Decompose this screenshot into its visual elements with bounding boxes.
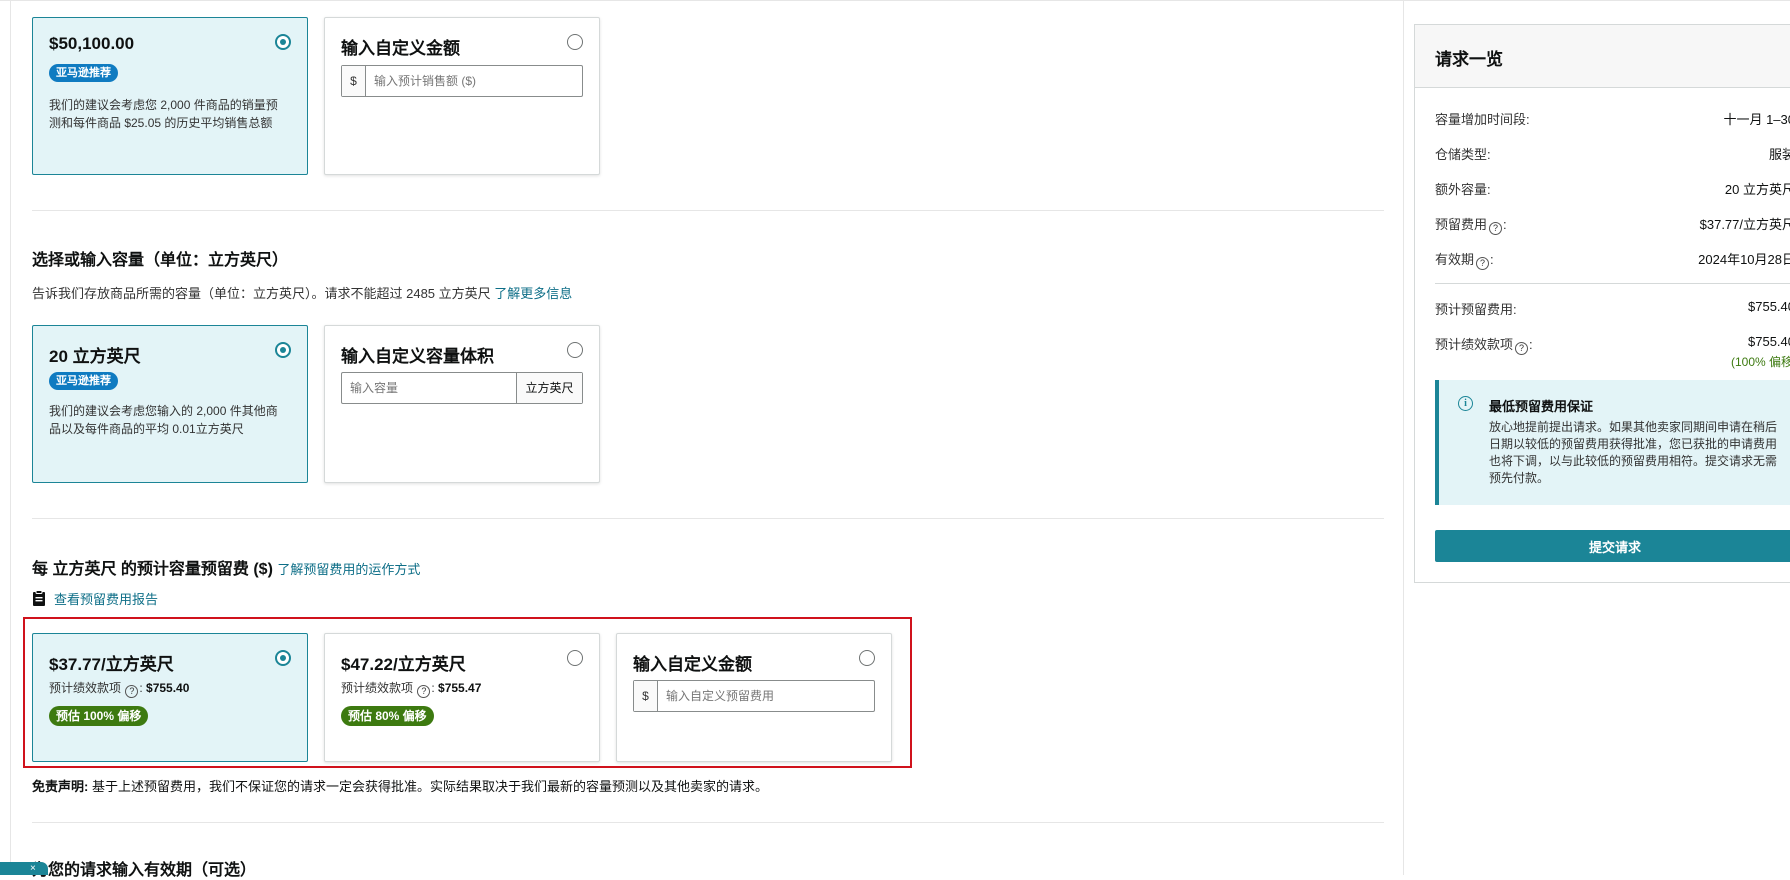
capacity-custom-card[interactable]: 输入自定义容量体积 立方英尺 bbox=[324, 325, 600, 483]
capacity-custom-input-group: 立方英尺 bbox=[341, 372, 583, 404]
summary-total-label: 预计绩效款项 bbox=[1435, 337, 1514, 352]
radio-icon[interactable] bbox=[567, 342, 583, 358]
capacity-custom-input[interactable] bbox=[342, 373, 516, 403]
summary-row-label: 预留费用 bbox=[1435, 217, 1488, 232]
sales-custom-input[interactable] bbox=[366, 66, 582, 96]
learn-more-link[interactable]: 了解更多信息 bbox=[494, 286, 572, 301]
divider bbox=[32, 210, 1384, 211]
capacity-section-title: 选择或输入容量（单位：立方英尺） bbox=[32, 252, 289, 269]
summary-row-value: 服装 bbox=[1768, 147, 1790, 162]
offset-note: (100% 偏移 bbox=[1730, 355, 1790, 369]
view-fee-report-link[interactable]: 查看预留费用报告 bbox=[32, 589, 158, 608]
info-text: 放心地提前提出请求。如果其他卖家同期间申请在稍后日期以较低的预留费用获得批准，您… bbox=[1489, 420, 1778, 485]
fee-title-text: 每 立方英尺 的预计容量预留费 ($) bbox=[32, 561, 273, 578]
highlight-box bbox=[23, 617, 912, 768]
info-icon: i bbox=[1458, 396, 1473, 411]
radio-icon[interactable] bbox=[567, 34, 583, 50]
summary-row: 有效期?: 2024年10月28日 bbox=[1435, 249, 1790, 270]
clipboard-icon bbox=[33, 590, 45, 606]
summary-total-value: $755.40 bbox=[1748, 299, 1790, 314]
summary-total-row: 预计绩效款项?: $755.40 bbox=[1435, 334, 1790, 355]
summary-row: 仓储类型: 服装 bbox=[1435, 144, 1790, 163]
summary-row-label: 有效期 bbox=[1435, 252, 1475, 267]
capacity-recommended-title: 20 立方英尺 bbox=[49, 347, 141, 366]
summary-title: 请求一览 bbox=[1415, 25, 1790, 88]
help-icon[interactable]: ? bbox=[1489, 222, 1503, 235]
view-fee-report-text: 查看预留费用报告 bbox=[54, 592, 159, 607]
floating-tag[interactable]: × bbox=[0, 862, 48, 875]
capacity-custom-title: 输入自定义容量体积 bbox=[341, 347, 494, 366]
guarantee-info-box: i 最低预留费用保证 放心地提前提出请求。如果其他卖家同期间申请在稍后日期以较低… bbox=[1435, 380, 1790, 505]
capacity-recommended-card[interactable]: 20 立方英尺 亚马逊推荐 我们的建议会考虑您输入的 2,000 件其他商品以及… bbox=[32, 325, 308, 483]
request-summary-panel: 请求一览 容量增加时间段: 十一月 1–30 仓储类型: 服装 额外容量: 20… bbox=[1414, 24, 1790, 583]
currency-prefix: $ bbox=[342, 66, 366, 96]
fee-section-title: 每 立方英尺 的预计容量预留费 ($) 了解预留费用的运作方式 bbox=[32, 555, 420, 579]
sales-custom-title: 输入自定义金额 bbox=[341, 39, 460, 58]
summary-row-label: 容量增加时间段: bbox=[1435, 112, 1530, 127]
capacity-unit-suffix: 立方英尺 bbox=[516, 373, 582, 403]
radio-icon[interactable] bbox=[275, 34, 291, 50]
amazon-recommended-badge: 亚马逊推荐 bbox=[49, 372, 118, 390]
sales-recommended-desc: 我们的建议会考虑您 2,000 件商品的销量预测和每件商品 $25.05 的历史… bbox=[49, 98, 278, 130]
summary-row: 容量增加时间段: 十一月 1–30 bbox=[1435, 109, 1790, 128]
submit-request-button[interactable]: 提交请求 bbox=[1435, 530, 1790, 562]
right-rule bbox=[1403, 0, 1404, 875]
summary-row-value: 20 立方英尺 bbox=[1724, 182, 1790, 197]
summary-row-value: 2024年10月28日 bbox=[1698, 252, 1790, 267]
capacity-desc-text: 告诉我们存放商品所需的容量（单位：立方英尺）。请求不能超过 2485 立方英尺 bbox=[32, 286, 491, 301]
fee-how-it-works-link[interactable]: 了解预留费用的运作方式 bbox=[277, 562, 420, 577]
help-icon[interactable]: ? bbox=[1515, 342, 1529, 355]
amazon-recommended-badge: 亚马逊推荐 bbox=[49, 64, 118, 82]
sales-recommended-title: $50,100.00 bbox=[49, 34, 135, 53]
capacity-recommended-desc: 我们的建议会考虑您输入的 2,000 件其他商品以及每件商品的平均 0.01立方… bbox=[49, 404, 278, 436]
summary-row-value: $37.77/立方英尺 bbox=[1699, 217, 1790, 232]
capacity-section-desc: 告诉我们存放商品所需的容量（单位：立方英尺）。请求不能超过 2485 立方英尺 … bbox=[32, 283, 572, 302]
help-icon[interactable]: ? bbox=[1476, 257, 1490, 270]
summary-row-value: 十一月 1–30 bbox=[1723, 112, 1790, 127]
sales-custom-card[interactable]: 输入自定义金额 $ bbox=[324, 17, 600, 175]
summary-row: 预留费用?: $37.77/立方英尺 bbox=[1435, 214, 1790, 235]
validity-section-title: 为您的请求输入有效期（可选） bbox=[32, 862, 257, 879]
summary-total-label: 预计预留费用: bbox=[1435, 302, 1517, 317]
disclaimer: 免责声明: 基于上述预留费用，我们不保证您的请求一定会获得批准。实际结果取决于我… bbox=[32, 776, 768, 795]
left-rule bbox=[10, 0, 11, 875]
top-border bbox=[0, 0, 1790, 3]
divider bbox=[32, 822, 1384, 823]
disclaimer-text: 基于上述预留费用，我们不保证您的请求一定会获得批准。实际结果取决于我们最新的容量… bbox=[91, 779, 768, 794]
radio-icon[interactable] bbox=[275, 342, 291, 358]
summary-total-row: 预计预留费用: $755.40 bbox=[1435, 299, 1790, 318]
divider bbox=[32, 518, 1384, 519]
info-title: 最低预留费用保证 bbox=[1489, 399, 1594, 414]
summary-total-value: $755.40 bbox=[1748, 334, 1790, 349]
sales-custom-input-group: $ bbox=[341, 65, 583, 97]
sales-recommended-card[interactable]: $50,100.00 亚马逊推荐 我们的建议会考虑您 2,000 件商品的销量预… bbox=[32, 17, 308, 175]
divider bbox=[1435, 283, 1790, 284]
summary-row: 额外容量: 20 立方英尺 bbox=[1435, 179, 1790, 198]
summary-row-label: 额外容量: bbox=[1435, 182, 1491, 197]
disclaimer-label: 免责声明: bbox=[32, 779, 89, 794]
summary-row-label: 仓储类型: bbox=[1435, 147, 1491, 162]
